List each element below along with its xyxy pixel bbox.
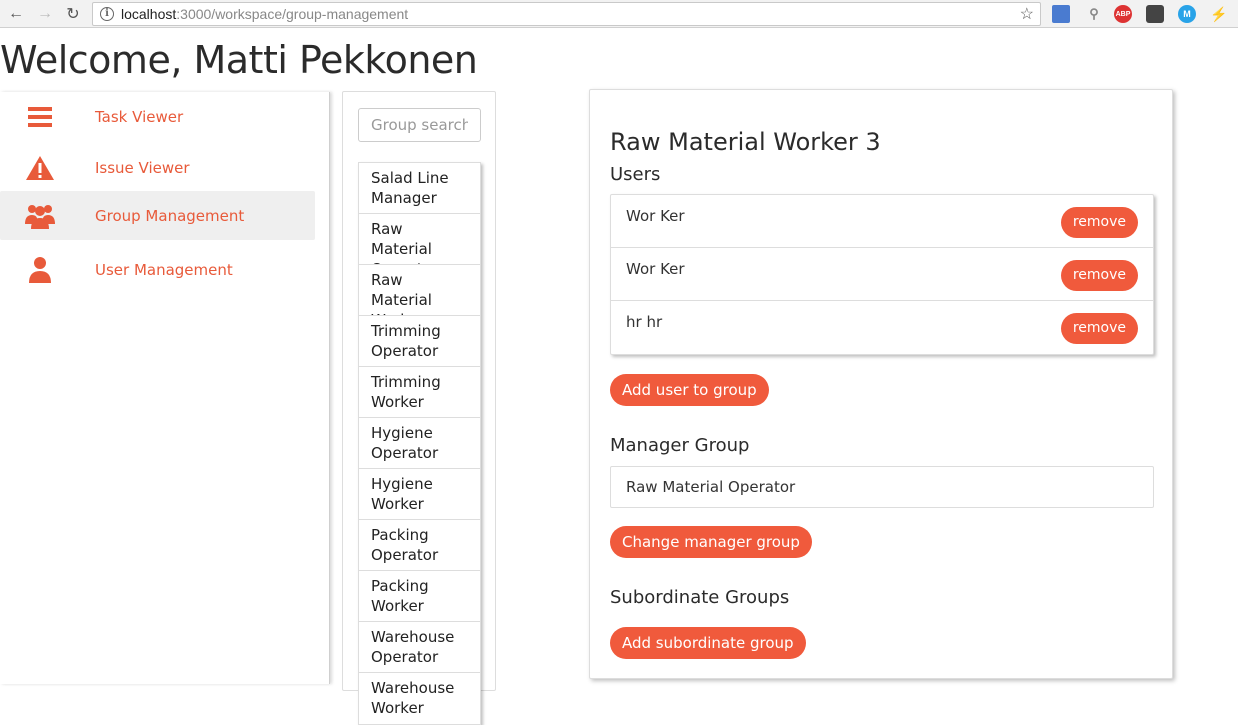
adblock-icon[interactable]: ABP bbox=[1114, 5, 1132, 23]
sidebar-item-label: Task Viewer bbox=[95, 107, 184, 126]
user-row: Wor Ker remove bbox=[611, 195, 1153, 248]
remove-user-button[interactable]: remove bbox=[1060, 313, 1138, 344]
user-icon bbox=[24, 254, 56, 286]
sidebar-item-label: User Management bbox=[95, 260, 233, 279]
warning-icon bbox=[24, 152, 56, 184]
group-list-item[interactable]: Trimming Worker bbox=[359, 367, 480, 418]
sidebar-item-user-management[interactable]: User Management bbox=[0, 245, 315, 294]
group-list-item[interactable]: Trimming Operator bbox=[359, 316, 480, 367]
group-list-item[interactable]: Raw Material Operator bbox=[359, 214, 480, 265]
sidebar-item-task-viewer[interactable]: Task Viewer bbox=[0, 92, 315, 141]
group-title: Raw Material Worker 3 bbox=[610, 128, 881, 156]
back-arrow-icon[interactable]: ← bbox=[6, 4, 26, 24]
group-list-item[interactable]: Salad Line Manager bbox=[359, 163, 480, 214]
sidebar-item-group-management[interactable]: Group Management bbox=[0, 191, 315, 240]
welcome-heading: Welcome, Matti Pekkonen bbox=[0, 38, 478, 82]
menu-lines-icon bbox=[24, 101, 56, 133]
group-icon bbox=[24, 200, 56, 232]
users-list: Wor Ker remove Wor Ker remove hr hr remo… bbox=[610, 194, 1154, 355]
user-name: hr hr bbox=[626, 313, 663, 331]
url-host: localhost bbox=[121, 6, 177, 22]
sidebar-item-label: Issue Viewer bbox=[95, 158, 190, 177]
remove-user-button[interactable]: remove bbox=[1060, 207, 1138, 238]
sidebar-item-issue-viewer[interactable]: Issue Viewer bbox=[0, 143, 315, 192]
group-search-input[interactable] bbox=[358, 108, 481, 142]
extension-bolt-icon[interactable]: ⚡ bbox=[1210, 5, 1228, 23]
change-manager-group-button[interactable]: Change manager group bbox=[610, 526, 812, 558]
user-name: Wor Ker bbox=[626, 260, 685, 278]
url-path: :3000/workspace/group-management bbox=[176, 6, 409, 22]
user-row: hr hr remove bbox=[611, 301, 1153, 354]
pocket-icon[interactable] bbox=[1146, 5, 1164, 23]
users-heading: Users bbox=[610, 164, 661, 185]
group-list-item[interactable]: Raw Material Worker bbox=[359, 265, 480, 316]
group-detail-card: Raw Material Worker 3 Users Wor Ker remo… bbox=[589, 89, 1173, 679]
group-list-item[interactable]: Warehouse Operator bbox=[359, 622, 480, 673]
reload-icon[interactable]: ↻ bbox=[63, 4, 83, 24]
extension-search-icon[interactable]: ⚲ bbox=[1085, 5, 1103, 23]
forward-arrow-icon[interactable]: → bbox=[35, 4, 55, 24]
remove-user-button[interactable]: remove bbox=[1060, 260, 1138, 291]
extension-m-icon[interactable]: M bbox=[1178, 5, 1196, 23]
url-text: localhost:3000/workspace/group-managemen… bbox=[121, 6, 408, 22]
browser-toolbar: ← → ↻ i localhost:3000/workspace/group-m… bbox=[0, 0, 1238, 28]
sidebar: Task Viewer Issue Viewer Group Managemen… bbox=[0, 92, 330, 684]
group-list: Salad Line Manager Raw Material Operator… bbox=[358, 162, 481, 725]
group-list-item[interactable]: Hygiene Operator bbox=[359, 418, 480, 469]
add-user-button[interactable]: Add user to group bbox=[610, 374, 769, 406]
user-row: Wor Ker remove bbox=[611, 248, 1153, 301]
extension-window-icon[interactable] bbox=[1052, 5, 1070, 23]
address-bar[interactable]: i localhost:3000/workspace/group-managem… bbox=[92, 2, 1041, 26]
group-list-panel: Salad Line Manager Raw Material Operator… bbox=[342, 91, 496, 725]
bookmark-star-icon[interactable]: ☆ bbox=[1020, 4, 1034, 24]
group-list-item[interactable]: Hygiene Worker bbox=[359, 469, 480, 520]
manager-group-heading: Manager Group bbox=[610, 435, 750, 456]
add-subordinate-group-button[interactable]: Add subordinate group bbox=[610, 627, 806, 659]
manager-group-value: Raw Material Operator bbox=[610, 466, 1154, 508]
group-list-item[interactable]: Packing Worker bbox=[359, 571, 480, 622]
sidebar-item-label: Group Management bbox=[95, 206, 245, 225]
subordinate-groups-heading: Subordinate Groups bbox=[610, 587, 790, 608]
group-list-item[interactable]: Warehouse Worker bbox=[359, 673, 480, 724]
user-name: Wor Ker bbox=[626, 207, 685, 225]
site-info-icon[interactable]: i bbox=[100, 7, 114, 21]
group-list-item[interactable]: Packing Operator bbox=[359, 520, 480, 571]
